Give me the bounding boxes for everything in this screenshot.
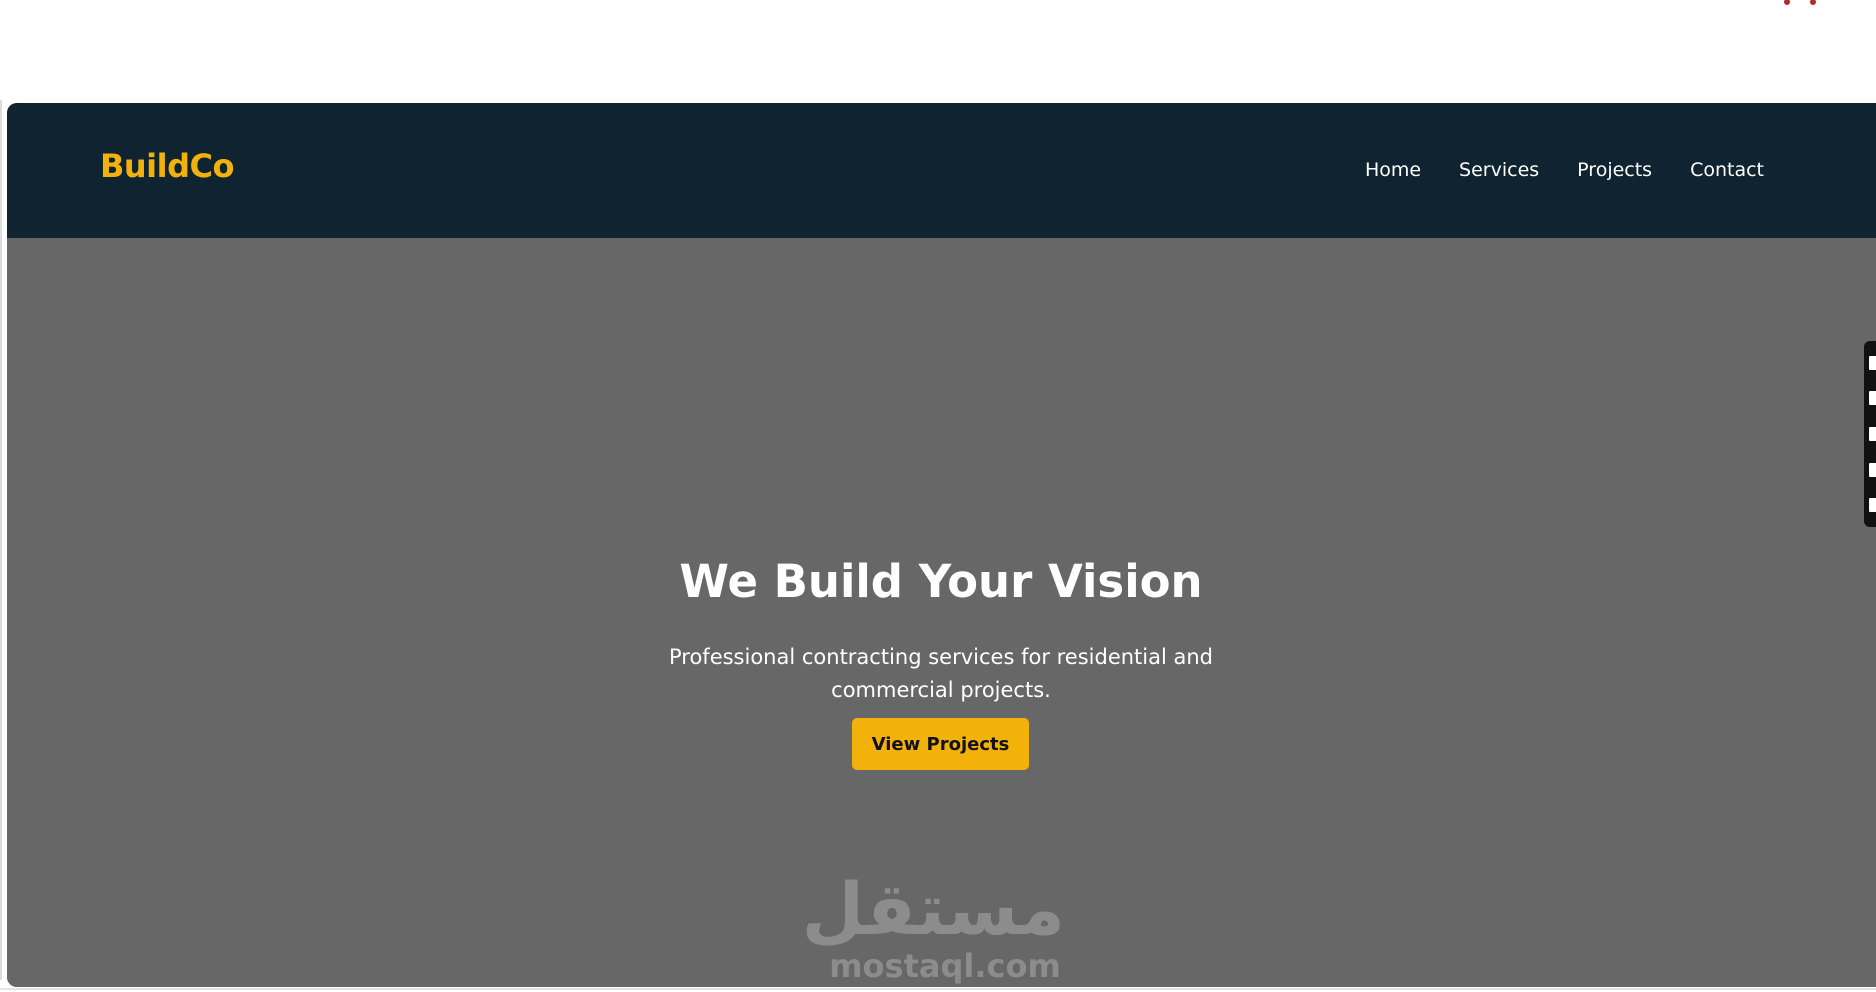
watermark-logo-text: مستقل	[801, 867, 1065, 951]
brand-logo[interactable]: BuildCo	[100, 147, 234, 185]
nav-link-services[interactable]: Services	[1459, 159, 1539, 181]
copy-icon[interactable]	[1869, 462, 1876, 477]
square-icon[interactable]	[1869, 391, 1876, 406]
dot-icon	[1810, 0, 1816, 5]
mostaql-watermark: مستقل mostaql.com	[801, 867, 1065, 985]
website-preview: BuildCo Home Services Projects Contact W…	[7, 103, 1876, 987]
square-icon[interactable]	[1869, 426, 1876, 441]
nav-link-projects[interactable]: Projects	[1577, 159, 1652, 181]
top-dots-decoration	[1784, 0, 1816, 8]
view-projects-button[interactable]: View Projects	[852, 718, 1029, 770]
hero-title: We Build Your Vision	[679, 555, 1203, 608]
hero-subtitle: Professional contracting services for re…	[668, 645, 1214, 702]
nav-link-home[interactable]: Home	[1365, 159, 1421, 181]
nav-link-contact[interactable]: Contact	[1690, 159, 1764, 181]
navbar: BuildCo Home Services Projects Contact	[7, 103, 1876, 238]
search-icon[interactable]	[1869, 355, 1876, 370]
watermark-url: mostaql.com	[829, 947, 1061, 985]
dot-icon	[1784, 0, 1790, 5]
nav-links: Home Services Projects Contact	[1365, 159, 1764, 181]
settings-icon[interactable]	[1869, 498, 1876, 513]
hero-section: We Build Your Vision Professional contra…	[7, 238, 1876, 987]
left-divider	[0, 100, 2, 980]
side-toolbar	[1864, 341, 1876, 527]
browser-page: BuildCo Home Services Projects Contact W…	[0, 0, 1876, 992]
bottom-divider	[0, 988, 1876, 990]
